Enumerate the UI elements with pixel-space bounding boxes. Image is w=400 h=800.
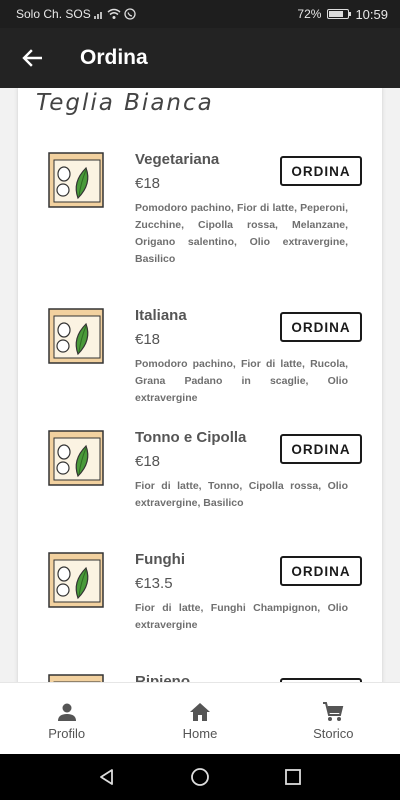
page-title: Ordina [80, 46, 148, 69]
pizza-thumbnail-icon [48, 430, 104, 486]
home-icon [189, 700, 211, 724]
menu-content[interactable]: Teglia Bianca Vegetariana €18 ORDINA Pom… [0, 88, 400, 682]
nav-item-profilo[interactable]: Profilo [0, 683, 133, 754]
order-button[interactable]: ORDINA [280, 434, 362, 464]
item-price: €18 [135, 453, 161, 470]
item-price: €18 [135, 331, 161, 348]
item-name: Funghi [135, 551, 185, 568]
app-bar: Ordina [0, 28, 400, 88]
item-description: Fior di latte, Funghi Champignon, Olio e… [135, 602, 348, 631]
item-description: Fior di latte, Tonno, Cipolla rossa, Oli… [135, 480, 348, 509]
wifi-icon [107, 8, 121, 19]
item-name: Italiana [135, 307, 187, 324]
nav-label-storico: Storico [313, 726, 354, 741]
status-left: Solo Ch. SOS [16, 7, 136, 21]
item-name: Tonno e Cipolla [135, 429, 247, 446]
bottom-navigation: Profilo Home Storico [0, 682, 400, 754]
battery-percent: 72% [297, 7, 322, 21]
circle-home-icon [191, 768, 209, 786]
nav-item-storico[interactable]: Storico [267, 683, 400, 754]
item-name: Vegetariana [135, 151, 220, 168]
item-description: Pomodoro pachino, Fior di latte, Rucola,… [135, 358, 348, 404]
triangle-back-icon [99, 769, 113, 785]
pizza-thumbnail-icon [48, 308, 104, 364]
signal-icon [93, 12, 102, 19]
person-icon [57, 700, 77, 724]
whatsapp-icon [124, 8, 136, 20]
pizza-thumbnail-icon [48, 674, 104, 682]
item-description: Pomodoro pachino, Fior di latte, Peperon… [135, 202, 348, 265]
status-right: 72% 10:59 [297, 7, 388, 22]
item-name: Ripieno [135, 673, 190, 682]
pizza-thumbnail-icon [48, 152, 104, 208]
status-bar: Solo Ch. SOS 72% 10:59 [0, 0, 400, 28]
system-navigation-bar [0, 754, 400, 800]
cart-icon [322, 700, 344, 724]
carrier-label: Solo Ch. SOS [16, 7, 91, 21]
order-button[interactable]: ORDINA [280, 312, 362, 342]
order-button[interactable]: ORDINA [280, 156, 362, 186]
square-recents-icon [285, 769, 302, 785]
item-price: €18 [135, 175, 161, 192]
menu-card: Teglia Bianca Vegetariana €18 ORDINA Pom… [18, 88, 382, 682]
battery-icon [327, 9, 352, 19]
section-title: Teglia Bianca [36, 90, 214, 116]
nav-label-profilo: Profilo [48, 726, 86, 741]
clock: 10:59 [355, 6, 388, 22]
pizza-thumbnail-icon [48, 552, 104, 608]
nav-label-home: Home [182, 726, 218, 741]
item-price: €13.5 [135, 575, 173, 592]
system-home-button[interactable] [180, 757, 220, 797]
back-button[interactable] [0, 28, 64, 88]
system-recents-button[interactable] [273, 757, 313, 797]
arrow-back-icon [22, 49, 42, 67]
system-back-button[interactable] [87, 757, 127, 797]
order-button[interactable]: ORDINA [280, 556, 362, 586]
nav-item-home[interactable]: Home [133, 683, 266, 754]
